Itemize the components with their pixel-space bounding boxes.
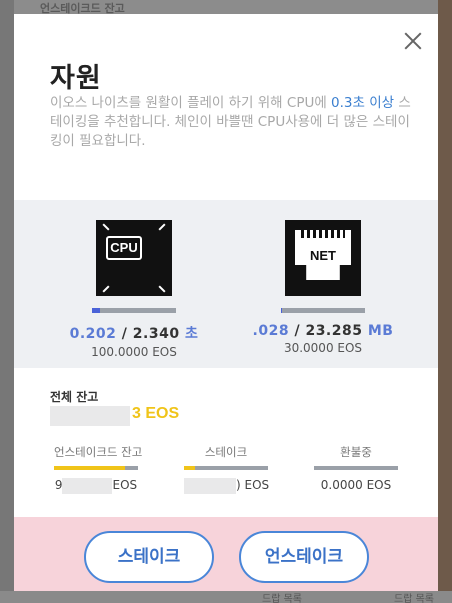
cpu-pin (102, 223, 110, 231)
cpu-separator: / (116, 326, 133, 342)
background-left-edge (0, 0, 14, 603)
cpu-resource: CPU 0.202 / 2.340 초 100.0000 EOS (54, 220, 214, 359)
cpu-icon: CPU (96, 220, 172, 296)
resource-modal: 자원 이오스 나이츠를 원활이 플레이 하기 위해 CPU에 0.3초 이상 스… (14, 14, 438, 591)
redacted-block (50, 406, 130, 426)
unstaked-label: 언스테이크드 잔고 (54, 445, 143, 459)
total-balance-value: 3 EOS (132, 405, 180, 422)
refunding-value: 0.0000 EOS (320, 478, 392, 492)
net-total: 23.285 (305, 323, 363, 339)
net-port-teeth (301, 230, 345, 238)
unstaked-value-suffix: EOS (112, 478, 138, 492)
resource-panel: CPU 0.202 / 2.340 초 100.0000 EOS NET .02… (14, 200, 438, 368)
redacted-block (184, 478, 236, 494)
close-icon[interactable] (402, 30, 424, 52)
description-text: 이오스 나이츠를 원활이 플레이 하기 위해 CPU에 (50, 95, 332, 111)
total-balance-redacted (50, 406, 130, 426)
staked-value-suffix: ) EOS (236, 478, 270, 492)
net-used: .028 (252, 323, 290, 339)
cpu-pin (102, 285, 110, 293)
unstaked-balance-column: 언스테이크드 잔고 9 EOS (54, 444, 143, 494)
background-bottom-text: 드랍 목록 (262, 594, 302, 603)
net-unit: MB (362, 323, 394, 339)
unstake-button[interactable]: 언스테이크 (239, 531, 369, 583)
net-usage-text: .028 / 23.285 MB (243, 323, 403, 339)
refunding-bar (314, 466, 398, 470)
stake-button[interactable]: 스테이크 (84, 531, 214, 583)
refunding-column: 환불중 0.0000 EOS (314, 444, 398, 494)
description-highlight: 0.3초 이상 (331, 95, 395, 111)
refunding-label: 환불중 (340, 445, 372, 459)
modal-description: 이오스 나이츠를 원활이 플레이 하기 위해 CPU에 0.3초 이상 스테이킹… (50, 94, 420, 151)
modal-title: 자원 (50, 63, 102, 94)
staked-bar (184, 466, 268, 470)
background-footer: 드랍 목록 드랍 목록 (0, 591, 452, 603)
staked-column: 스테이크 ) EOS (184, 444, 270, 494)
cpu-pin (158, 223, 166, 231)
redacted-block (62, 478, 113, 494)
background-right-edge (438, 0, 452, 603)
net-icon: NET (285, 220, 361, 296)
cpu-total: 2.340 (132, 326, 180, 342)
background-bottom-text-right: 드랍 목록 (394, 594, 434, 603)
cpu-used: 0.202 (69, 326, 117, 342)
cpu-unit: 초 (179, 326, 199, 342)
staked-bar-fill (184, 466, 195, 470)
unstaked-value-prefix: 9 (54, 478, 63, 492)
staked-value: ) EOS (184, 478, 270, 494)
cpu-usage-fill (92, 308, 100, 313)
cpu-staked: 100.0000 EOS (91, 345, 177, 359)
unstaked-bar-fill (54, 466, 126, 470)
net-icon-label: NET (310, 248, 336, 263)
cpu-usage-text: 0.202 / 2.340 초 (54, 323, 214, 343)
net-usage-bar (281, 308, 365, 313)
cpu-pin (158, 285, 166, 293)
net-staked: 30.0000 EOS (283, 341, 363, 355)
modal-footer: 스테이크 언스테이크 (14, 517, 438, 591)
staked-label: 스테이크 (204, 445, 248, 459)
unstaked-bar (54, 466, 138, 470)
total-balance-label: 전체 잔고 (50, 390, 99, 404)
net-usage-fill (281, 308, 282, 313)
net-resource: NET .028 / 23.285 MB 30.0000 EOS (243, 220, 403, 355)
cpu-icon-label: CPU (106, 236, 142, 260)
background-header: 언스테이크드 잔고 (0, 0, 452, 15)
unstaked-value: 9 EOS (54, 478, 138, 494)
net-separator: / (289, 323, 306, 339)
cpu-usage-bar (92, 308, 176, 313)
